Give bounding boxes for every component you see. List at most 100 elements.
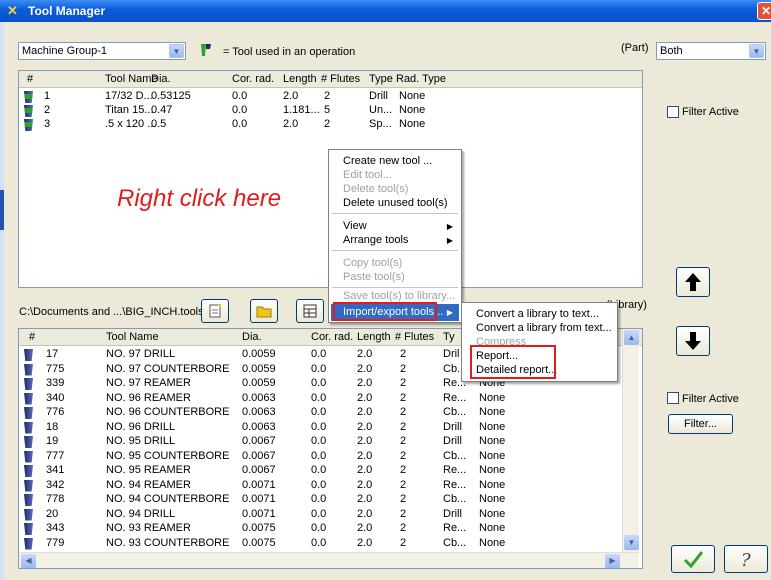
row-dia: 0.53125: [151, 90, 191, 102]
row-number: 342: [46, 478, 65, 491]
row-dia: 0.0071: [242, 478, 276, 491]
row-flutes: 2: [400, 478, 407, 491]
tool-icon: [24, 523, 33, 535]
scroll-down-icon[interactable]: ▼: [624, 535, 639, 550]
row-cor-rad: 0.0: [311, 435, 327, 447]
col-flutes[interactable]: # Flutes: [395, 331, 434, 343]
row-cor-rad: 0.0: [311, 362, 327, 375]
col-dia[interactable]: Dia.: [151, 73, 171, 85]
table-row[interactable]: 341 NO. 95 REAMER 0.0067 0.0 2.0 2 Re... None: [19, 464, 642, 478]
col-type[interactable]: Type: [369, 73, 393, 85]
row-cor-rad: 0.0: [311, 478, 327, 491]
row-type: Drill: [443, 507, 462, 520]
col-number[interactable]: #: [27, 73, 33, 85]
table-row[interactable]: 776 NO. 96 COUNTERBORE 0.0063 0.0 2.0 2 Cb... N…: [19, 406, 642, 420]
row-cor-rad: 0.0: [311, 449, 327, 462]
table-row[interactable]: 1 17/32 D... 0.53125 0.0 2.0 2 Drill Non…: [19, 90, 642, 104]
tool-filter-select[interactable]: Both ▼: [656, 42, 766, 60]
table-row[interactable]: 2 Titan 15... 0.47 0.0 1.181... 5 Un... …: [19, 104, 642, 118]
close-button[interactable]: ✕: [757, 2, 771, 20]
row-number: 777: [46, 449, 65, 462]
col-cor-rad[interactable]: Cor. rad.: [311, 331, 353, 343]
tool-icon: [24, 349, 33, 361]
col-tool-name[interactable]: Tool Name: [105, 73, 158, 85]
filter-button[interactable]: Filter...: [668, 414, 733, 434]
ok-button[interactable]: [671, 545, 715, 573]
row-tool-name: NO. 95 DRILL: [106, 435, 176, 447]
tool-icon: [24, 450, 33, 463]
row-cor-rad: 0.0: [311, 406, 327, 418]
table-row[interactable]: 340 NO. 96 REAMER 0.0063 0.0 2.0 2 Re... None: [19, 392, 642, 406]
help-button[interactable]: ?: [724, 545, 768, 573]
row-dia: 0.5: [151, 118, 167, 130]
menu-item-arrange-tools[interactable]: Arrange tools ▶: [331, 232, 459, 249]
open-library-button[interactable]: [250, 299, 278, 323]
machine-group-value: Machine Group-1: [22, 45, 107, 57]
filter-active-checkbox[interactable]: [667, 106, 679, 118]
row-tool-name: 17/32 D...: [105, 90, 153, 102]
move-up-button[interactable]: [676, 267, 710, 297]
col-cor-rad[interactable]: Cor. rad.: [232, 73, 274, 85]
scroll-right-icon[interactable]: ▶: [605, 554, 620, 568]
col-length[interactable]: Length: [283, 73, 317, 85]
row-length: 2.0: [357, 507, 373, 520]
row-type: Un...: [369, 104, 393, 116]
row-length: 2.0: [357, 391, 373, 404]
row-type: Sp...: [369, 118, 392, 130]
library-filter-active-checkbox[interactable]: [667, 392, 679, 404]
highlight-box-report: [470, 345, 556, 379]
chevron-down-icon[interactable]: ▼: [169, 44, 184, 58]
row-dia: 0.0067: [242, 435, 276, 447]
col-rad-type[interactable]: Rad. Type: [396, 73, 446, 85]
row-cor-rad: 0.0: [311, 507, 327, 520]
row-flutes: 2: [400, 420, 407, 433]
col-dia[interactable]: Dia.: [242, 331, 262, 343]
scroll-up-icon[interactable]: ▲: [624, 330, 639, 345]
row-tool-name: NO. 97 COUNTERBORE: [106, 362, 230, 375]
table-row[interactable]: 342 NO. 94 REAMER 0.0071 0.0 2.0 2 Re... None: [19, 479, 642, 493]
table-row[interactable]: 19 NO. 95 DRILL 0.0067 0.0 2.0 2 Drill None: [19, 435, 642, 449]
row-number: 776: [46, 406, 65, 418]
new-library-button[interactable]: [201, 299, 229, 323]
table-row[interactable]: 779 NO. 93 COUNTERBORE 0.0075 0.0 2.0 2 Cb... N…: [19, 537, 642, 551]
library-table-button[interactable]: [296, 299, 324, 323]
row-cor-rad: 0.0: [311, 420, 327, 433]
library-vertical-scrollbar[interactable]: ▲ ▼: [622, 329, 639, 552]
tool-icon: [24, 537, 33, 550]
table-row[interactable]: 20 NO. 94 DRILL 0.0071 0.0 2.0 2 Drill None: [19, 508, 642, 522]
row-number: 17: [46, 348, 59, 360]
table-row[interactable]: 18 NO. 96 DRILL 0.0063 0.0 2.0 2 Drill None: [19, 421, 642, 435]
tool-icon: [24, 421, 33, 434]
chevron-down-icon[interactable]: ▼: [749, 44, 764, 58]
col-type[interactable]: Ty: [443, 331, 455, 343]
machine-group-select[interactable]: Machine Group-1 ▼: [18, 42, 186, 60]
legend-text: = Tool used in an operation: [223, 46, 356, 58]
library-path: C:\Documents and ...\BIG_INCH.tools-5: [19, 306, 214, 318]
row-type: Re...: [443, 522, 467, 534]
table-row[interactable]: 3 .5 x 120 ... 0.5 0.0 2.0 2 Sp... None: [19, 118, 642, 132]
table-row[interactable]: 777 NO. 95 COUNTERBORE 0.0067 0.0 2.0 2 Cb... N…: [19, 450, 642, 464]
window-title: Tool Manager: [28, 4, 106, 18]
col-number[interactable]: #: [29, 331, 35, 343]
col-flutes[interactable]: # Flutes: [321, 73, 360, 85]
library-horizontal-scrollbar[interactable]: ◀ ▶: [19, 552, 639, 568]
move-down-button[interactable]: [676, 326, 710, 356]
row-rad-type: None: [399, 90, 426, 102]
menu-item-paste-tools[interactable]: Paste tool(s): [331, 269, 459, 286]
row-flutes: 2: [400, 522, 407, 534]
help-icon: ?: [741, 550, 751, 571]
table-row[interactable]: 343 NO. 93 REAMER 0.0075 0.0 2.0 2 Re... None: [19, 522, 642, 536]
row-rad-type: None: [479, 478, 506, 491]
col-tool-name[interactable]: Tool Name: [106, 331, 159, 343]
table-row[interactable]: 778 NO. 94 COUNTERBORE 0.0071 0.0 2.0 2 Cb... N…: [19, 493, 642, 507]
scroll-left-icon[interactable]: ◀: [21, 554, 36, 568]
col-length[interactable]: Length: [357, 331, 391, 343]
row-length: 2.0: [283, 118, 299, 130]
row-type: Re...: [443, 391, 467, 404]
row-type: Cb.: [443, 362, 461, 375]
row-length: 2.0: [357, 449, 373, 462]
menu-item-delete-unused[interactable]: Delete unused tool(s): [331, 195, 459, 212]
row-dia: 0.0067: [242, 464, 276, 476]
row-length: 2.0: [357, 464, 373, 476]
filter-active-label: Filter Active: [682, 106, 739, 118]
